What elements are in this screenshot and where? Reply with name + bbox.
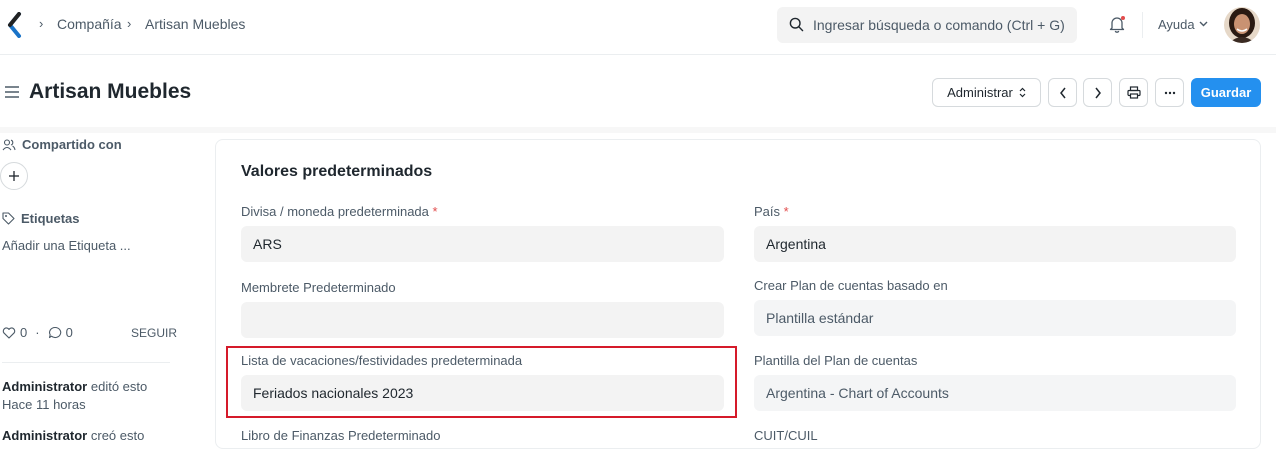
country-field[interactable]: Argentina: [754, 226, 1236, 262]
sidebar-divider: [2, 362, 170, 363]
search-icon: [789, 17, 804, 32]
breadcrumb-chevron-icon: ›: [127, 16, 132, 31]
comment-icon[interactable]: [48, 326, 62, 339]
chevron-down-icon: [1199, 21, 1208, 27]
prev-icon: [1059, 87, 1066, 98]
tax-id-label: CUIT/CUIL: [754, 428, 818, 443]
activity-time: Hace 11 horas: [2, 397, 86, 412]
save-button[interactable]: Guardar: [1191, 78, 1261, 107]
users-icon: [2, 138, 16, 150]
coa-based-on-field[interactable]: Plantilla estándar: [754, 300, 1236, 336]
follow-button[interactable]: SEGUIR: [131, 326, 177, 340]
avatar[interactable]: [1224, 7, 1260, 43]
navbar: › Compañía › Artisan Muebles Ayuda: [0, 0, 1276, 55]
awesomebar: [777, 7, 1077, 43]
currency-label: Divisa / moneda predeterminada *: [241, 204, 438, 219]
tag-icon: [2, 212, 15, 225]
prev-doc-button[interactable]: [1048, 78, 1077, 107]
print-button[interactable]: [1119, 78, 1148, 107]
page-head-border: [0, 127, 1276, 133]
actions-label: Administrar: [947, 85, 1013, 100]
finance-book-label: Libro de Finanzas Predeterminado: [241, 428, 441, 443]
user-avatar-icon: [1224, 7, 1260, 43]
required-asterisk: *: [783, 204, 789, 219]
next-icon: [1094, 87, 1101, 98]
likes-comments: 0 · 0: [2, 325, 73, 340]
more-icon: [1164, 91, 1175, 94]
coa-template-field[interactable]: Argentina - Chart of Accounts: [754, 375, 1236, 411]
required-asterisk: *: [432, 204, 438, 219]
activity-action: creó esto: [90, 428, 145, 443]
breadcrumb-company[interactable]: Compañía: [57, 16, 122, 32]
letterhead-label: Membrete Predeterminado: [241, 280, 396, 295]
more-actions-button[interactable]: [1155, 78, 1184, 107]
activity-action: editó esto: [90, 379, 148, 394]
plus-icon: [9, 171, 19, 181]
tags-heading: Etiquetas: [2, 211, 80, 226]
currency-field[interactable]: ARS: [241, 226, 724, 262]
notification-dot: [1121, 16, 1125, 20]
next-doc-button[interactable]: [1083, 78, 1112, 107]
heart-icon[interactable]: [2, 326, 16, 339]
likes-count: 0: [20, 325, 28, 340]
activity-user: Administrator: [2, 379, 88, 394]
shared-with-heading: Compartido con: [2, 137, 122, 152]
comments-count: 0: [65, 325, 73, 340]
actions-dropdown-button[interactable]: Administrar: [932, 78, 1041, 107]
print-icon: [1126, 86, 1141, 99]
help-dropdown[interactable]: Ayuda: [1158, 17, 1195, 32]
navbar-divider: [1142, 12, 1143, 38]
sort-icon: [1019, 87, 1026, 98]
highlight-box: [226, 346, 737, 418]
letterhead-field[interactable]: [241, 302, 724, 338]
activity-item: Administrator creó esto: [2, 428, 144, 443]
breadcrumb-chevron-icon: ›: [39, 16, 44, 31]
shared-with-label: Compartido con: [22, 137, 122, 152]
search-input[interactable]: [813, 7, 1071, 43]
page-title: Artisan Muebles: [29, 80, 192, 103]
tags-label: Etiquetas: [21, 211, 80, 226]
country-label: País *: [754, 204, 789, 219]
add-share-button[interactable]: [0, 162, 28, 190]
menu-icon[interactable]: [4, 85, 20, 99]
coa-template-label: Plantilla del Plan de cuentas: [754, 353, 918, 368]
add-tag-link[interactable]: Añadir una Etiqueta ...: [2, 238, 131, 253]
activity-item: Administrator editó esto: [2, 379, 147, 394]
separator-dot: ·: [35, 325, 40, 340]
breadcrumb-current[interactable]: Artisan Muebles: [145, 16, 245, 32]
coa-based-on-label: Crear Plan de cuentas basado en: [754, 278, 948, 293]
section-title: Valores predeterminados: [241, 163, 433, 180]
activity-user: Administrator: [2, 428, 88, 443]
app-logo-icon[interactable]: [6, 12, 22, 38]
